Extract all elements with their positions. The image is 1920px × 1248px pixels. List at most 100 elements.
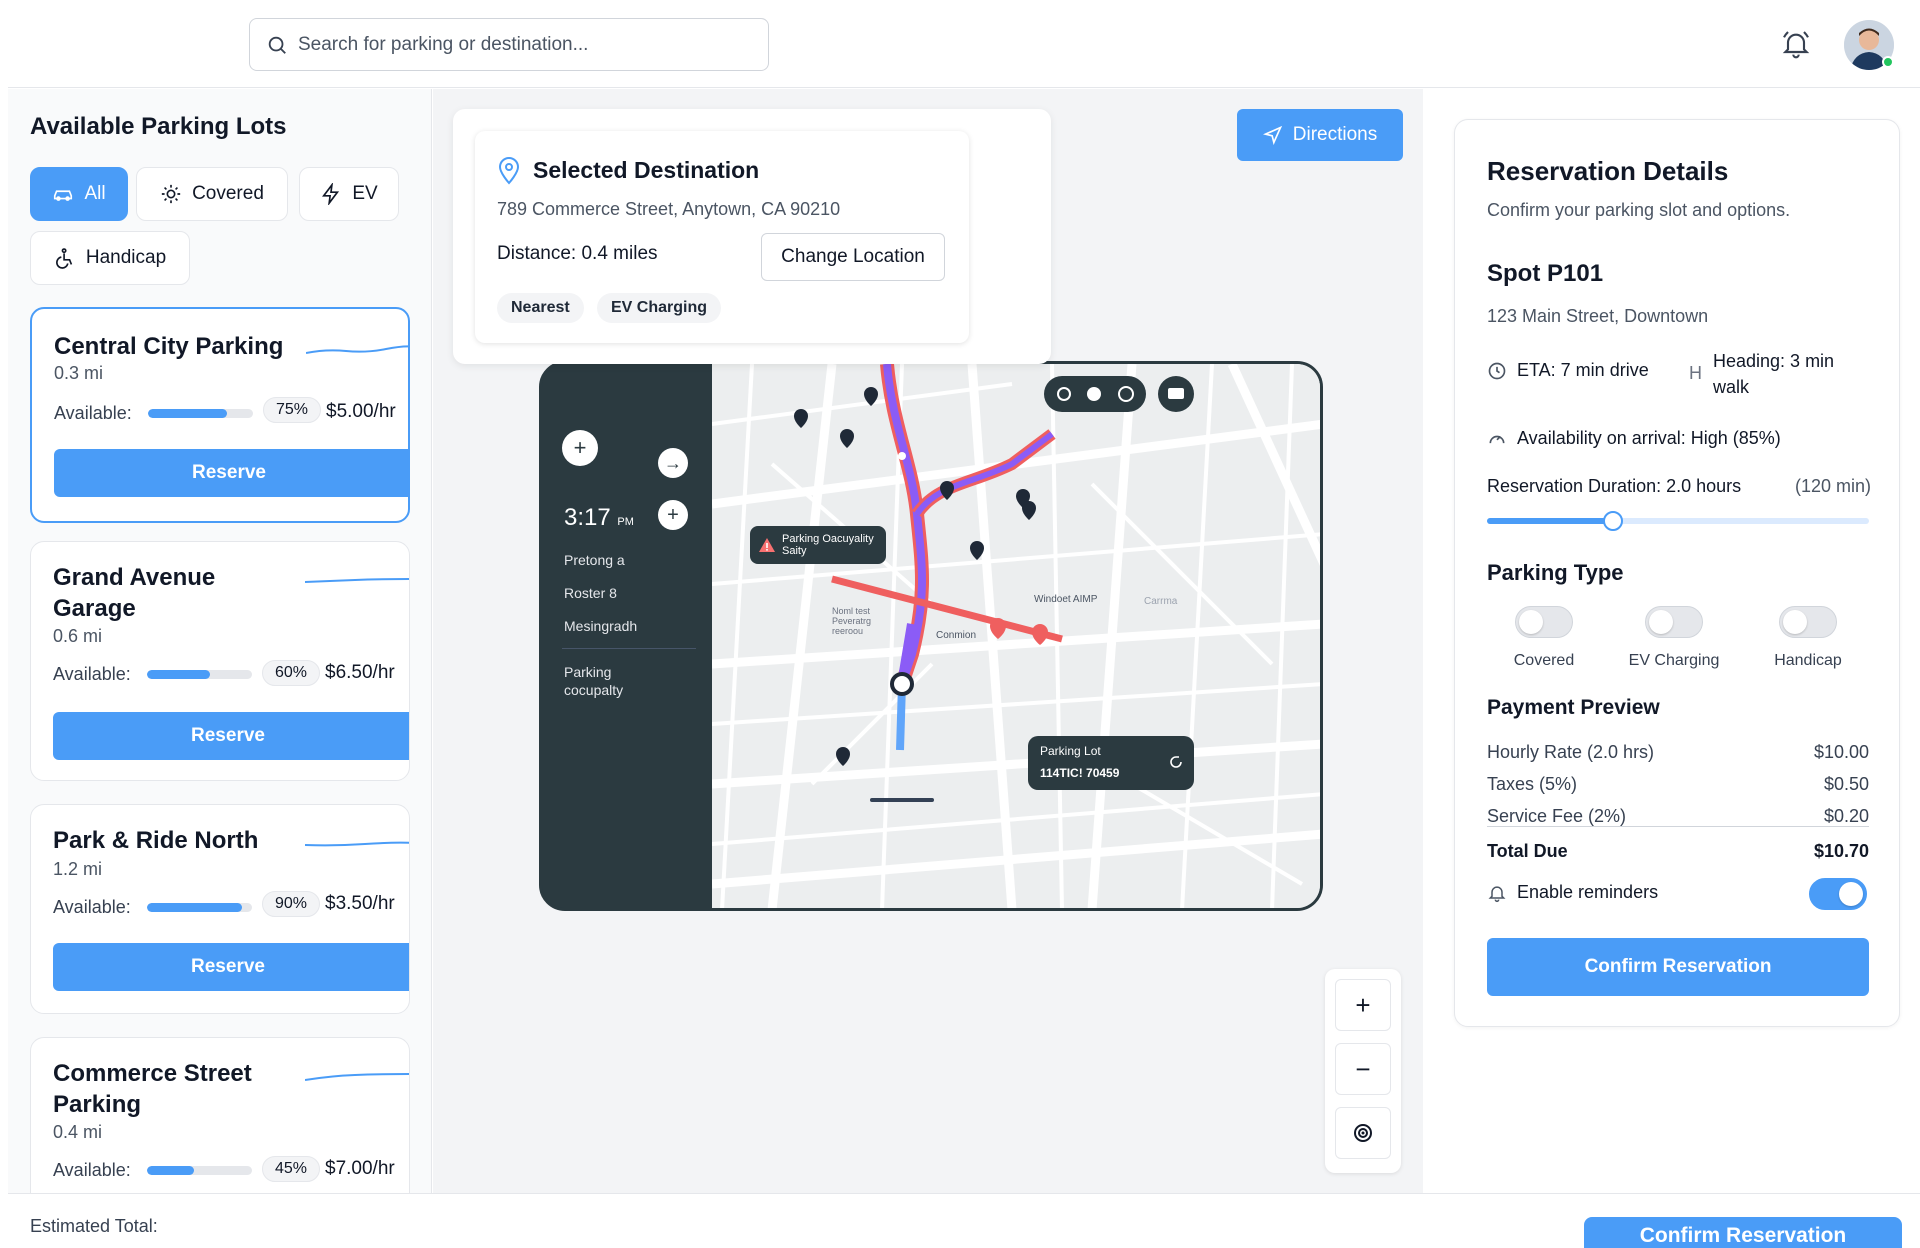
lot-name: Park & Ride North [53,827,259,854]
estimated-total-label: Estimated Total: [30,1216,158,1236]
slider-thumb[interactable] [1603,511,1624,531]
clock-icon [1488,362,1506,379]
lot-distance: 1.2 mi [53,859,103,879]
payment-label: Service Fee (2%) [1487,806,1627,826]
target-icon [1354,1124,1372,1142]
reservation-subtitle: Confirm your parking slot and options. [1487,200,1791,220]
directions-button[interactable]: Directions [1237,109,1403,161]
eta-row: ETA: 7 min drive [1487,360,1649,381]
payment-label: Taxes (5%) [1487,774,1578,794]
available-label: Available: [53,1160,131,1180]
payment-total: Total Due $10.70 [1487,826,1869,862]
tag-nearest: Nearest [497,293,584,323]
warning-icon [759,538,775,552]
confirm-reservation-button[interactable]: Confirm Reservation [1487,938,1869,996]
parking-lot-info-card[interactable]: Parking Lot 114TIC! 70459 [1028,736,1194,790]
availability-sparkline [305,578,409,583]
location-pin-icon [498,157,520,185]
filter-ev[interactable]: EV [299,167,399,221]
refresh-icon[interactable] [1168,754,1184,770]
parking-lot-card[interactable]: Park & Ride North 1.2 mi Available: 90% … [30,804,410,1014]
notification-bell-icon[interactable] [1780,28,1812,60]
top-header [8,0,1920,88]
parking-lot-card[interactable]: Central City Parking 0.3 mi Available: 7… [30,307,410,523]
payment-value: $0.50 [1823,774,1869,794]
street-label: reeroou [832,626,864,636]
availability-bar [147,903,252,912]
reserve-button[interactable]: Reserve [53,712,409,760]
lot-distance: 0.4 mi [53,1122,103,1142]
lot-price: $6.50/hr [325,662,395,683]
filter-covered[interactable]: Covered [136,167,288,221]
availability-bar [148,409,253,418]
reservation-card: Reservation Details Confirm your parking… [1454,119,1900,1027]
toggle-ev-charging[interactable] [1645,606,1703,638]
reminders-label: Enable reminders [1517,882,1659,902]
heading-text: Heading: 3 min walk [1713,351,1835,397]
gauge-icon [1489,435,1505,443]
search-bar[interactable] [249,18,769,71]
recenter-button[interactable] [1335,1107,1391,1159]
eta-text: ETA: 7 min drive [1517,360,1649,380]
total-value: $10.70 [1813,841,1869,861]
lot-price: $5.00/hr [326,401,396,422]
payment-row: Taxes (5%) $0.50 [1487,774,1869,795]
reserve-button[interactable]: Reserve [53,943,409,991]
panel-forward-button[interactable]: → [658,448,688,478]
heading-icon: H [1689,363,1702,383]
availability-sparkline [306,345,408,354]
minus-icon: − [1355,1053,1371,1084]
lot-price: $3.50/hr [325,893,395,914]
parking-alert-bubble: Parking Oacuyality Saity [750,526,886,564]
street-label: Carrma [1144,596,1178,607]
navigation-arrow-icon [1262,125,1282,145]
change-location-button[interactable]: Change Location [761,233,945,281]
toggle-covered[interactable] [1515,606,1573,638]
panel-add-small-button[interactable]: + [658,500,688,530]
filter-handicap[interactable]: Handicap [30,231,190,285]
zoom-out-button[interactable]: − [1335,1043,1391,1095]
panel-footer-line: Parking [564,664,612,680]
filter-all[interactable]: All [30,167,128,221]
footer-confirm-button[interactable]: Confirm Reservation [1584,1217,1902,1248]
reminders-row: Enable reminders [1487,882,1658,903]
toggle-reminders[interactable] [1809,878,1867,910]
destination-card: Selected Destination 789 Commerce Street… [475,131,969,343]
panel-time-value: 3:17 [564,504,611,531]
payment-title: Payment Preview [1487,696,1660,719]
filter-label: All [84,183,106,204]
alert-line: Saity [782,545,807,557]
availability-percent: 60% [262,660,321,686]
payment-value: $10.00 [1813,742,1869,762]
spot-id: Spot P101 [1487,260,1604,287]
lot-card-code: 114TIC! 70459 [1040,766,1120,780]
street-map-graphic [712,364,1320,908]
panel-line: Roster 8 [564,585,617,601]
toggle-label-handicap: Handicap [1774,652,1842,669]
availability-sparkline [305,841,409,847]
filter-label: Handicap [85,247,167,268]
reserve-button[interactable]: Reserve [54,449,408,497]
zoom-in-button[interactable]: + [1335,979,1391,1031]
directions-label: Directions [1292,124,1378,145]
street-map[interactable]: Parking Oacuyality Saity Windoet AIMP Co… [712,364,1320,908]
navigation-device-screen: + → + 3:17 PM Pretong a Roster 8 Mesingr… [539,361,1323,911]
panel-ampm: PM [617,516,634,528]
toggle-label-covered: Covered [1513,652,1575,669]
duration-minutes: (120 min) [1795,476,1872,496]
lot-price: $7.00/hr [325,1158,395,1179]
lot-distance: 0.3 mi [54,363,104,383]
availability-sparkline [305,1073,409,1081]
available-label: Available: [53,897,131,917]
search-input[interactable] [298,33,758,56]
panel-line: Pretong a [564,552,625,568]
street-label-block: Noml test Peveratrg reeroou [832,606,871,636]
panel-add-button[interactable]: + [562,430,598,466]
duration-slider[interactable] [1487,511,1869,531]
parking-lot-card[interactable]: Grand Avenue Garage 0.6 mi Available: 60… [30,541,410,781]
parking-lot-card[interactable]: Commerce Street Parking 0.4 mi Available… [30,1037,410,1193]
street-label: Noml test [832,606,871,616]
lot-name: Central City Parking [54,333,284,360]
toggle-handicap[interactable] [1779,606,1837,638]
reservation-title: Reservation Details [1487,156,1729,186]
